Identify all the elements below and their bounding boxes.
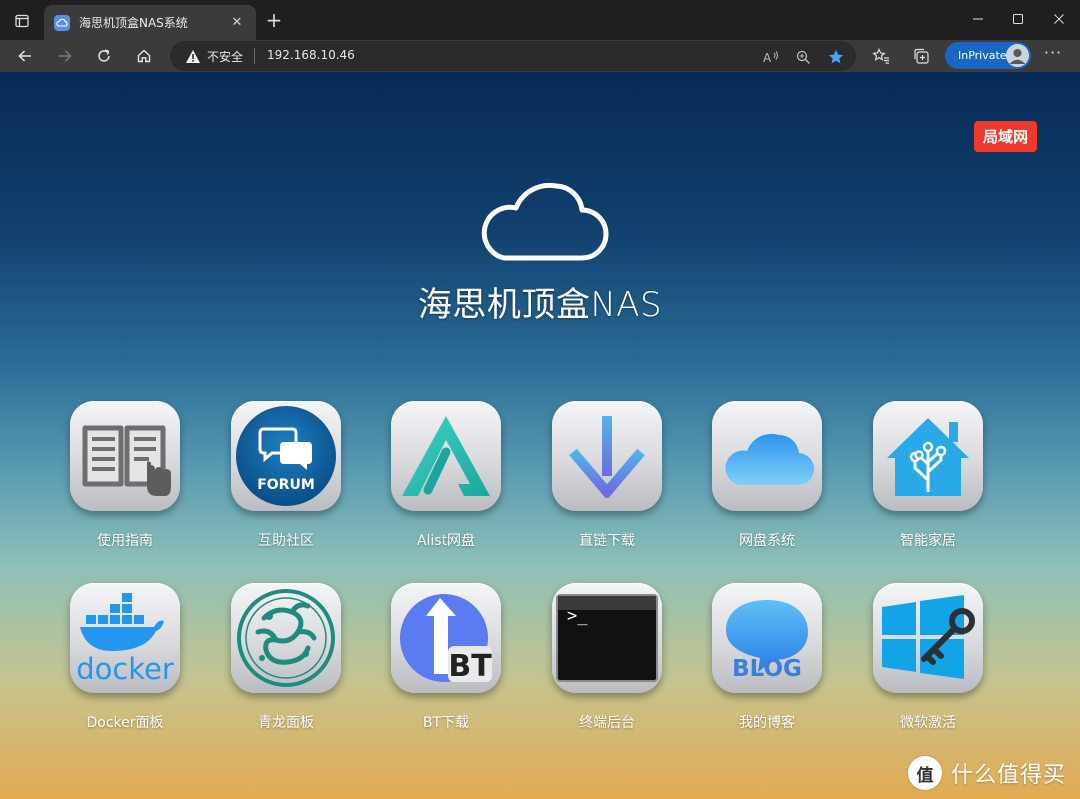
warning-icon[interactable]: [184, 47, 202, 65]
collections-button[interactable]: [908, 43, 934, 69]
cloud-logo-icon: [481, 182, 609, 261]
docker-icon: docker: [70, 583, 180, 693]
alist-icon: [391, 401, 501, 511]
forward-button[interactable]: [51, 42, 79, 70]
lan-badge: 局域网: [974, 121, 1037, 152]
app-label: Alist网盘: [416, 533, 476, 549]
app-label: 使用指南: [97, 533, 153, 549]
bt-icon-text: BT: [448, 649, 492, 684]
maximize-button[interactable]: [1000, 6, 1036, 32]
url-text[interactable]: 192.168.10.46: [267, 48, 355, 62]
app-cloud-drive[interactable]: 网盘系统: [707, 401, 827, 550]
page-content: 局域网 海思机顶盒NAS 使用指南 FORUM 互助社区 Alist网盘 直链下…: [0, 72, 1080, 799]
app-qinglong[interactable]: 青龙面板: [226, 583, 346, 732]
svg-text:A: A: [763, 51, 772, 64]
app-forum[interactable]: FORUM 互助社区: [226, 401, 346, 550]
home-assistant-icon: [873, 401, 983, 511]
app-label: 微软激活: [900, 715, 956, 731]
terminal-icon-text: >_: [567, 606, 588, 626]
app-bt-download[interactable]: BT BT下载: [386, 583, 506, 732]
address-bar[interactable]: 不安全 192.168.10.46 A: [170, 41, 856, 71]
zoom-icon[interactable]: [792, 46, 814, 68]
app-alist[interactable]: Alist网盘: [386, 401, 506, 550]
app-label: 青龙面板: [258, 715, 314, 731]
more-options-button[interactable]: ···: [1042, 45, 1064, 66]
app-label: 智能家居: [900, 533, 956, 549]
favorite-star-icon[interactable]: [825, 46, 847, 68]
app-docker[interactable]: docker Docker面板: [65, 583, 185, 732]
app-smart-home[interactable]: 智能家居: [868, 401, 988, 550]
download-arrow-icon: [552, 401, 662, 511]
app-label: 网盘系统: [739, 533, 795, 549]
watermark-logo: 值: [908, 756, 942, 790]
forum-icon-text: FORUM: [257, 477, 315, 493]
address-divider: [254, 48, 255, 64]
cloud-icon: [712, 401, 822, 511]
app-label: BT下载: [422, 715, 470, 731]
forum-icon: FORUM: [231, 401, 341, 511]
terminal-icon: >_: [552, 583, 662, 693]
home-icon: [137, 49, 151, 63]
inprivate-label: InPrivate: [958, 49, 1007, 62]
app-guide[interactable]: 使用指南: [65, 401, 185, 550]
minimize-button[interactable]: [960, 6, 996, 32]
inprivate-button[interactable]: InPrivate: [945, 42, 1031, 69]
blog-icon: BLOG: [712, 583, 822, 693]
maximize-icon: [1013, 14, 1023, 24]
window-close-button[interactable]: [1041, 6, 1077, 32]
refresh-icon: [98, 49, 110, 62]
page-title: 海思机顶盒NAS: [417, 285, 663, 325]
dragon-icon: [231, 583, 341, 693]
watermark-text: 什么值得买: [951, 763, 1067, 788]
close-icon: [1054, 14, 1064, 24]
windows-key-icon: [873, 583, 983, 693]
app-label: Docker面板: [86, 715, 164, 731]
app-direct-download[interactable]: 直链下载: [547, 401, 667, 550]
app-label: 我的博客: [739, 715, 795, 731]
navigation-bar: 不安全 192.168.10.46 A InPrivate ···: [0, 40, 1080, 72]
security-status[interactable]: 不安全: [207, 48, 243, 65]
bt-icon: BT: [391, 583, 501, 693]
app-label: 直链下载: [579, 533, 635, 549]
tab-strip: 海思机顶盒NAS系统 ✕ +: [0, 0, 1080, 40]
tab-title: 海思机顶盒NAS系统: [79, 16, 188, 30]
refresh-button[interactable]: [90, 42, 118, 70]
app-blog[interactable]: BLOG 我的博客: [707, 583, 827, 732]
app-label: 互助社区: [258, 533, 314, 549]
app-ms-activation[interactable]: 微软激活: [868, 583, 988, 732]
minimize-icon: [973, 18, 983, 20]
docker-icon-text: docker: [76, 652, 174, 683]
back-button[interactable]: [11, 42, 39, 70]
tab-actions-button[interactable]: [8, 8, 36, 34]
read-aloud-icon[interactable]: A: [760, 46, 782, 68]
blog-icon-text: BLOG: [732, 656, 802, 682]
arrow-right-icon: [59, 50, 72, 62]
avatar-icon: [1006, 44, 1029, 67]
book-icon: [70, 401, 180, 511]
cloud-favicon-icon: [54, 14, 70, 31]
arrow-left-icon: [18, 50, 31, 62]
watermark: 值 什么值得买: [908, 752, 1080, 794]
home-button[interactable]: [130, 42, 158, 70]
app-label: 终端后台: [579, 715, 635, 731]
tab-actions-icon: [15, 14, 29, 28]
app-terminal[interactable]: >_ 终端后台: [547, 583, 667, 732]
tab-close-icon[interactable]: ✕: [228, 15, 246, 30]
collections-icon: [914, 48, 929, 64]
favorites-button[interactable]: [868, 43, 894, 69]
browser-tab[interactable]: 海思机顶盒NAS系统 ✕: [44, 5, 256, 40]
new-tab-button[interactable]: +: [262, 9, 286, 33]
favorites-icon: [872, 48, 889, 64]
